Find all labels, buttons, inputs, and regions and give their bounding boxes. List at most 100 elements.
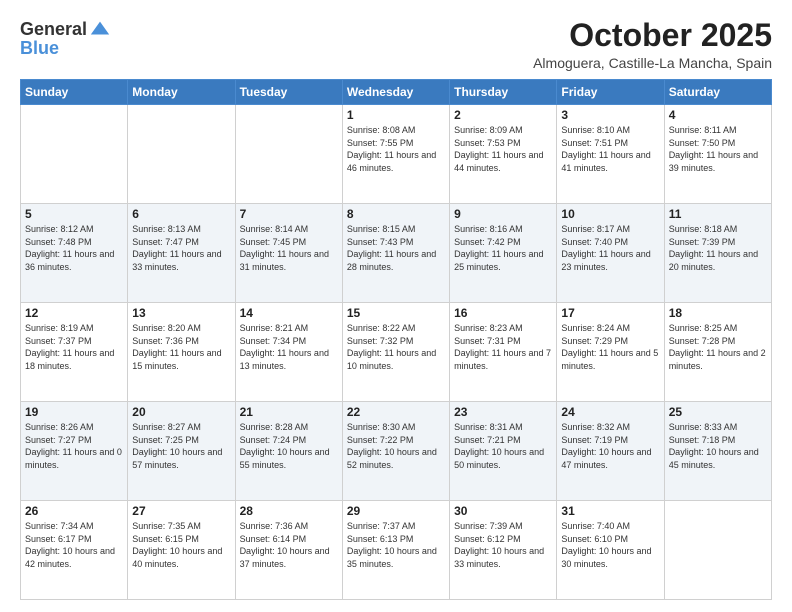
table-row: 2Sunrise: 8:09 AMSunset: 7:53 PMDaylight… (450, 105, 557, 204)
day-number: 14 (240, 306, 338, 320)
day-number: 15 (347, 306, 445, 320)
table-row: 5 Sunrise: 8:12 AMSunset: 7:48 PMDaylight… (21, 204, 128, 303)
calendar-week-row: 12 Sunrise: 8:19 AMSunset: 7:37 PMDayligh… (21, 303, 772, 402)
day-number: 20 (132, 405, 230, 419)
day-info: Sunrise: 8:26 AMSunset: 7:27 PMDaylight:… (25, 421, 123, 471)
col-wednesday: Wednesday (342, 80, 449, 105)
page: General Blue October 2025 Almoguera, Cas… (0, 0, 792, 612)
col-friday: Friday (557, 80, 664, 105)
table-row: 31Sunrise: 7:40 AMSunset: 6:10 PMDayligh… (557, 501, 664, 600)
table-row: 28 Sunrise: 7:36 AMSunset: 6:14 PMDayligh… (235, 501, 342, 600)
day-info: Sunrise: 8:08 AMSunset: 7:55 PMDaylight:… (347, 124, 445, 174)
day-number: 25 (669, 405, 767, 419)
table-row: 9 Sunrise: 8:16 AMSunset: 7:42 PMDaylight… (450, 204, 557, 303)
logo: General Blue (20, 18, 111, 59)
day-info: Sunrise: 8:19 AMSunset: 7:37 PMDaylight:… (25, 322, 123, 372)
table-row: 22 Sunrise: 8:30 AMSunset: 7:22 PMDayligh… (342, 402, 449, 501)
day-info: Sunrise: 7:39 AMSunset: 6:12 PMDaylight:… (454, 520, 552, 570)
day-number: 24 (561, 405, 659, 419)
day-info: Sunrise: 8:30 AMSunset: 7:22 PMDaylight:… (347, 421, 445, 471)
day-number: 12 (25, 306, 123, 320)
table-row (664, 501, 771, 600)
table-row: 18Sunrise: 8:25 AMSunset: 7:28 PMDayligh… (664, 303, 771, 402)
day-info: Sunrise: 8:17 AMSunset: 7:40 PMDaylight:… (561, 223, 659, 273)
day-number: 22 (347, 405, 445, 419)
day-number: 11 (669, 207, 767, 221)
day-number: 19 (25, 405, 123, 419)
table-row: 13 Sunrise: 8:20 AMSunset: 7:36 PMDayligh… (128, 303, 235, 402)
table-row: 7 Sunrise: 8:14 AMSunset: 7:45 PMDaylight… (235, 204, 342, 303)
day-number: 26 (25, 504, 123, 518)
day-info: Sunrise: 8:11 AMSunset: 7:50 PMDaylight:… (669, 124, 767, 174)
table-row: 23Sunrise: 8:31 AMSunset: 7:21 PMDayligh… (450, 402, 557, 501)
table-row: 19 Sunrise: 8:26 AMSunset: 7:27 PMDayligh… (21, 402, 128, 501)
day-info: Sunrise: 8:28 AMSunset: 7:24 PMDaylight:… (240, 421, 338, 471)
calendar-table: Sunday Monday Tuesday Wednesday Thursday… (20, 79, 772, 600)
day-info: Sunrise: 8:33 AMSunset: 7:18 PMDaylight:… (669, 421, 767, 471)
day-number: 10 (561, 207, 659, 221)
day-info: Sunrise: 7:36 AMSunset: 6:14 PMDaylight:… (240, 520, 338, 570)
day-info: Sunrise: 7:34 AMSunset: 6:17 PMDaylight:… (25, 520, 123, 570)
day-info: Sunrise: 8:14 AMSunset: 7:45 PMDaylight:… (240, 223, 338, 273)
calendar-week-row: 5 Sunrise: 8:12 AMSunset: 7:48 PMDaylight… (21, 204, 772, 303)
col-monday: Monday (128, 80, 235, 105)
day-info: Sunrise: 8:13 AMSunset: 7:47 PMDaylight:… (132, 223, 230, 273)
day-info: Sunrise: 8:25 AMSunset: 7:28 PMDaylight:… (669, 322, 767, 372)
table-row: 15 Sunrise: 8:22 AMSunset: 7:32 PMDayligh… (342, 303, 449, 402)
table-row: 30 Sunrise: 7:39 AMSunset: 6:12 PMDayligh… (450, 501, 557, 600)
logo-icon (89, 18, 111, 40)
table-row: 4 Sunrise: 8:11 AMSunset: 7:50 PMDaylight… (664, 105, 771, 204)
day-info: Sunrise: 8:10 AMSunset: 7:51 PMDaylight:… (561, 124, 659, 174)
col-saturday: Saturday (664, 80, 771, 105)
day-number: 29 (347, 504, 445, 518)
table-row (21, 105, 128, 204)
day-number: 30 (454, 504, 552, 518)
day-number: 5 (25, 207, 123, 221)
table-row: 25 Sunrise: 8:33 AMSunset: 7:18 PMDayligh… (664, 402, 771, 501)
table-row: 11Sunrise: 8:18 AMSunset: 7:39 PMDayligh… (664, 204, 771, 303)
day-number: 8 (347, 207, 445, 221)
month-title: October 2025 (533, 18, 772, 53)
table-row: 8Sunrise: 8:15 AMSunset: 7:43 PMDaylight… (342, 204, 449, 303)
col-sunday: Sunday (21, 80, 128, 105)
day-number: 21 (240, 405, 338, 419)
logo-text: General (20, 18, 111, 40)
table-row (128, 105, 235, 204)
table-row: 24 Sunrise: 8:32 AMSunset: 7:19 PMDayligh… (557, 402, 664, 501)
day-info: Sunrise: 8:24 AMSunset: 7:29 PMDaylight:… (561, 322, 659, 372)
day-number: 4 (669, 108, 767, 122)
table-row: 27 Sunrise: 7:35 AMSunset: 6:15 PMDayligh… (128, 501, 235, 600)
table-row (235, 105, 342, 204)
day-number: 27 (132, 504, 230, 518)
table-row: 20 Sunrise: 8:27 AMSunset: 7:25 PMDayligh… (128, 402, 235, 501)
day-number: 28 (240, 504, 338, 518)
location: Almoguera, Castille-La Mancha, Spain (533, 55, 772, 71)
day-number: 2 (454, 108, 552, 122)
day-number: 1 (347, 108, 445, 122)
day-number: 16 (454, 306, 552, 320)
logo-general: General (20, 19, 87, 40)
day-number: 31 (561, 504, 659, 518)
table-row: 10 Sunrise: 8:17 AMSunset: 7:40 PMDayligh… (557, 204, 664, 303)
logo-blue: Blue (20, 38, 59, 58)
table-row: 1 Sunrise: 8:08 AMSunset: 7:55 PMDaylight… (342, 105, 449, 204)
day-number: 13 (132, 306, 230, 320)
day-info: Sunrise: 7:37 AMSunset: 6:13 PMDaylight:… (347, 520, 445, 570)
calendar-header-row: Sunday Monday Tuesday Wednesday Thursday… (21, 80, 772, 105)
day-info: Sunrise: 8:20 AMSunset: 7:36 PMDaylight:… (132, 322, 230, 372)
day-number: 7 (240, 207, 338, 221)
day-info: Sunrise: 8:22 AMSunset: 7:32 PMDaylight:… (347, 322, 445, 372)
table-row: 16Sunrise: 8:23 AMSunset: 7:31 PMDayligh… (450, 303, 557, 402)
table-row: 17Sunrise: 8:24 AMSunset: 7:29 PMDayligh… (557, 303, 664, 402)
day-number: 9 (454, 207, 552, 221)
table-row: 12 Sunrise: 8:19 AMSunset: 7:37 PMDayligh… (21, 303, 128, 402)
day-info: Sunrise: 8:32 AMSunset: 7:19 PMDaylight:… (561, 421, 659, 471)
day-info: Sunrise: 8:16 AMSunset: 7:42 PMDaylight:… (454, 223, 552, 273)
day-info: Sunrise: 8:12 AMSunset: 7:48 PMDaylight:… (25, 223, 123, 273)
table-row: 21 Sunrise: 8:28 AMSunset: 7:24 PMDayligh… (235, 402, 342, 501)
day-info: Sunrise: 8:31 AMSunset: 7:21 PMDaylight:… (454, 421, 552, 471)
day-info: Sunrise: 8:27 AMSunset: 7:25 PMDaylight:… (132, 421, 230, 471)
day-info: Sunrise: 7:35 AMSunset: 6:15 PMDaylight:… (132, 520, 230, 570)
col-thursday: Thursday (450, 80, 557, 105)
calendar-week-row: 1 Sunrise: 8:08 AMSunset: 7:55 PMDaylight… (21, 105, 772, 204)
